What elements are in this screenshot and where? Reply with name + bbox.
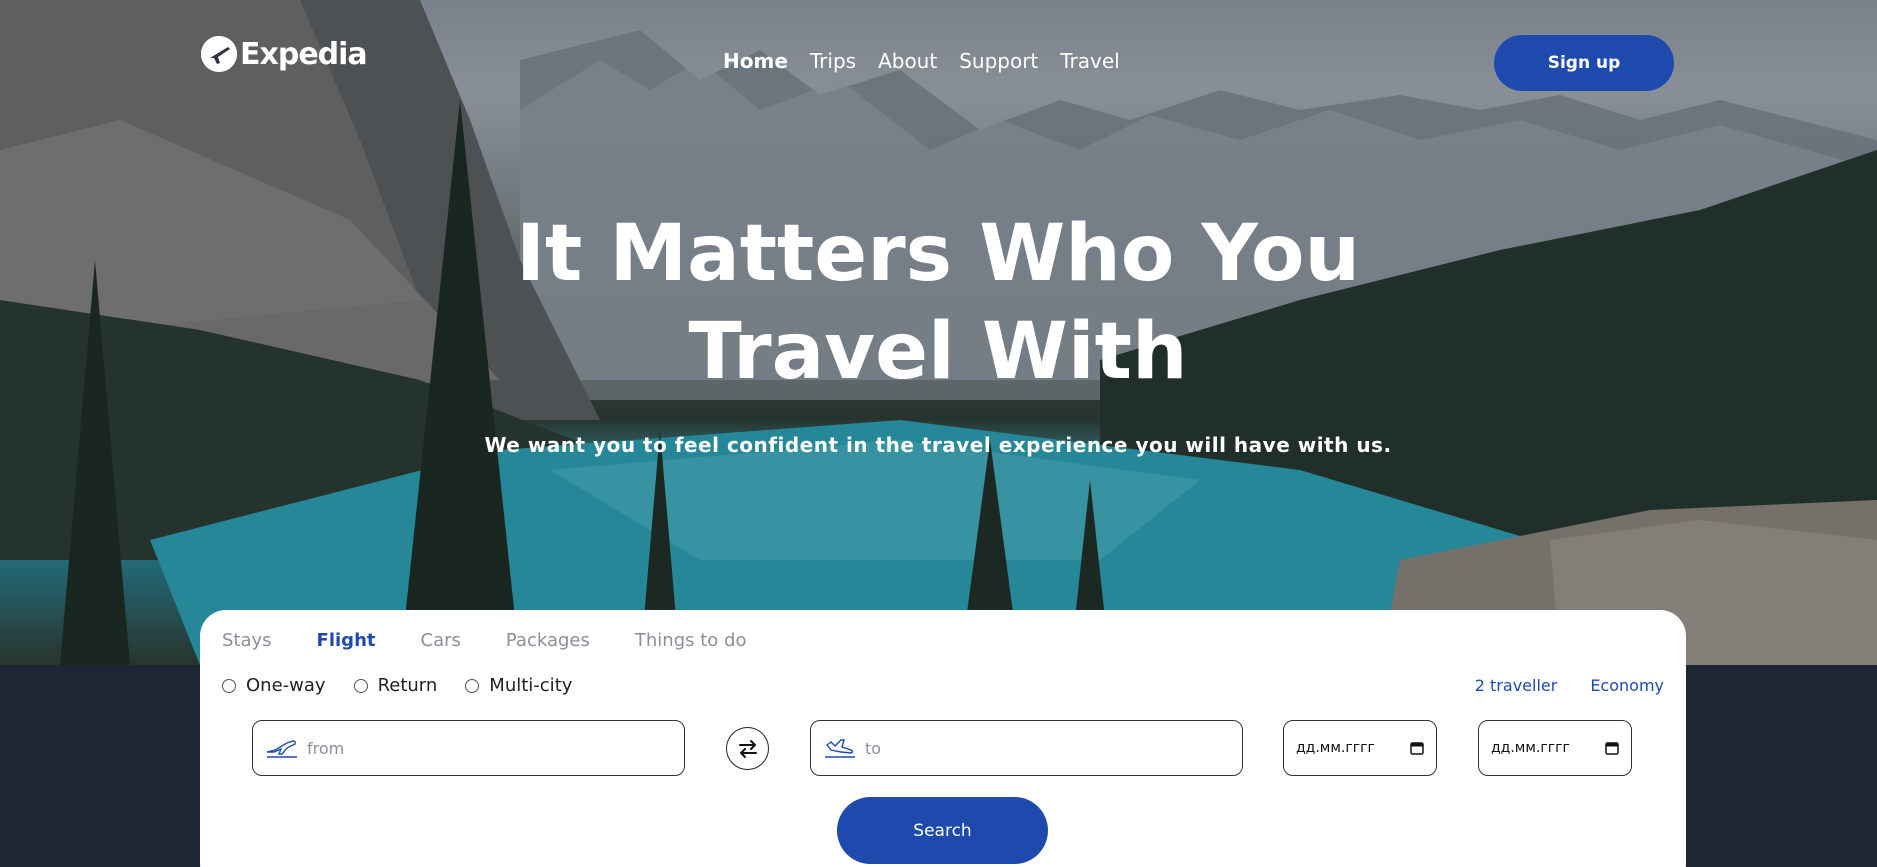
nav-support[interactable]: Support (959, 49, 1038, 73)
expedia-logo-icon (201, 36, 237, 72)
cabin-class-selector[interactable]: Economy (1590, 676, 1664, 695)
search-tabs: Stays Flight Cars Packages Things to do (222, 630, 746, 651)
nav-home[interactable]: Home (723, 49, 788, 73)
radio-label-one-way: One-way (246, 675, 326, 696)
to-input[interactable] (865, 738, 1242, 758)
return-date-value: дд.мм.гггг (1491, 740, 1570, 756)
hero-subtitle: We want you to feel confident in the tra… (484, 433, 1392, 457)
main-nav: Home Trips About Support Travel (723, 49, 1120, 73)
brand-name: Expedia (240, 36, 368, 72)
radio-return[interactable] (353, 678, 368, 693)
calendar-icon[interactable] (1410, 741, 1424, 755)
return-date-field[interactable]: дд.мм.гггг (1478, 720, 1632, 776)
travellers-selector[interactable]: 2 traveller (1475, 676, 1558, 695)
swap-button[interactable] (726, 727, 769, 770)
trip-type-multi-city[interactable]: Multi-city (465, 675, 572, 696)
departure-date-value: дд.мм.гггг (1296, 740, 1375, 756)
plane-landing-icon (825, 739, 855, 758)
search-card: Stays Flight Cars Packages Things to do … (200, 610, 1686, 867)
swap-icon (738, 739, 757, 758)
radio-label-return: Return (377, 675, 438, 696)
trip-type-return[interactable]: Return (353, 675, 438, 696)
tab-packages[interactable]: Packages (506, 630, 590, 651)
hero-title-line2: Travel With (688, 307, 1188, 397)
tab-cars[interactable]: Cars (421, 630, 461, 651)
signup-button[interactable]: Sign up (1494, 35, 1674, 91)
trip-options: 2 traveller Economy (1475, 676, 1664, 695)
to-field[interactable] (810, 720, 1243, 776)
radio-multi-city[interactable] (465, 678, 480, 693)
tab-stays[interactable]: Stays (222, 630, 272, 651)
radio-one-way[interactable] (222, 678, 236, 693)
tab-flight[interactable]: Flight (317, 630, 376, 651)
nav-trips[interactable]: Trips (810, 49, 856, 73)
calendar-icon[interactable] (1605, 741, 1619, 755)
from-input[interactable] (307, 738, 684, 758)
tab-things-to-do[interactable]: Things to do (635, 630, 747, 651)
trip-type-one-way[interactable]: One-way (222, 675, 326, 696)
search-button[interactable]: Search (837, 797, 1048, 864)
plane-takeoff-icon (266, 740, 297, 758)
hero-title-line1: It Matters Who You (516, 209, 1360, 299)
hero-title: It Matters Who You Travel With (438, 205, 1438, 401)
from-field[interactable] (252, 720, 685, 776)
nav-about[interactable]: About (878, 49, 937, 73)
nav-travel[interactable]: Travel (1060, 49, 1119, 73)
expedia-logo[interactable]: Expedia (201, 36, 368, 72)
trip-type-group: One-way Return Multi-city (222, 675, 572, 696)
radio-label-multi-city: Multi-city (489, 675, 573, 696)
departure-date-field[interactable]: дд.мм.гггг (1283, 720, 1437, 776)
